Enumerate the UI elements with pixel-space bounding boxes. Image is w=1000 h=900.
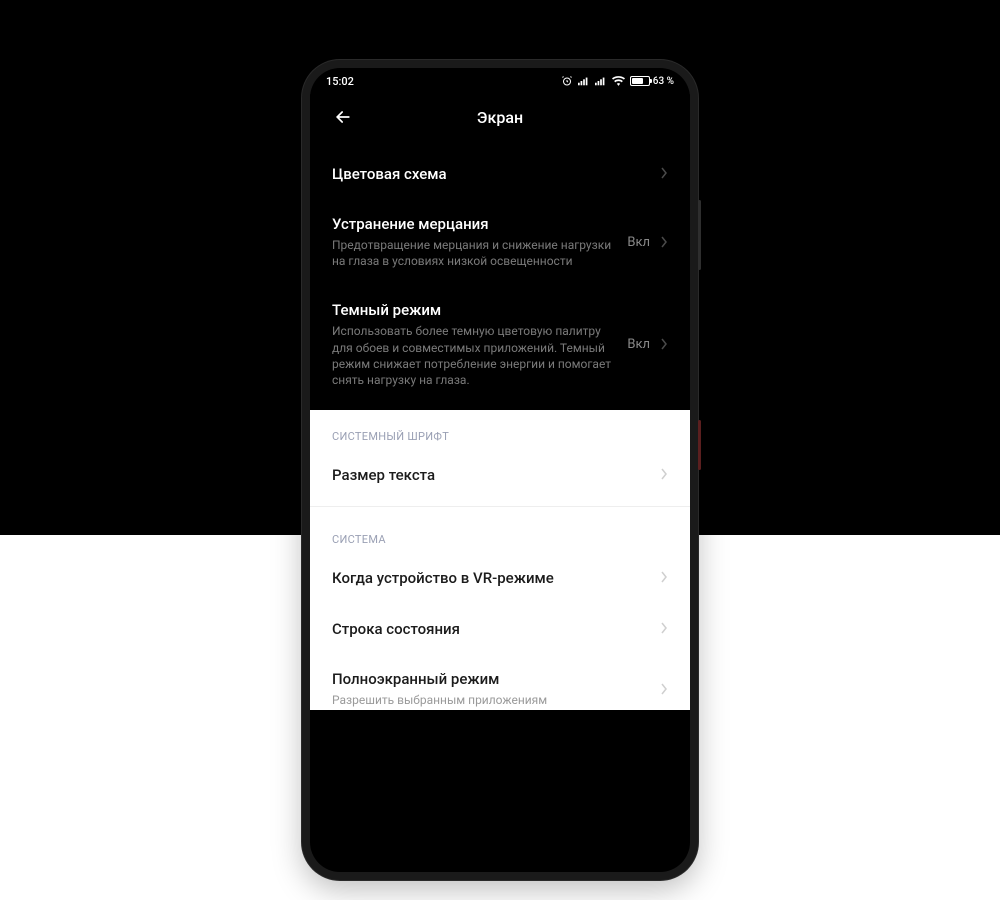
settings-content: Цветовая схема Устранение мерцания Предо… bbox=[310, 148, 690, 872]
back-button[interactable] bbox=[330, 104, 356, 130]
divider bbox=[310, 506, 690, 507]
power-button bbox=[698, 420, 701, 470]
page-title: Экран bbox=[310, 108, 690, 127]
row-flicker[interactable]: Устранение мерцания Предотвращение мерца… bbox=[310, 199, 690, 285]
status-time: 15:02 bbox=[326, 75, 354, 88]
row-value: Вкл bbox=[627, 337, 650, 352]
row-title: Размер текста bbox=[332, 466, 650, 484]
signal-icon-2 bbox=[595, 76, 607, 86]
row-desc: Разрешить выбранным приложениям bbox=[332, 692, 650, 708]
section-header-system: СИСТЕМА bbox=[310, 513, 690, 552]
row-title: Устранение мерцания bbox=[332, 215, 617, 233]
phone-screen: 15:02 63 % bbox=[310, 68, 690, 872]
chevron-right-icon bbox=[660, 680, 668, 699]
row-title: Цветовая схема bbox=[332, 165, 650, 183]
row-title: Строка состояния bbox=[332, 620, 650, 638]
battery-indicator: 63 % bbox=[630, 76, 674, 87]
row-title: Темный режим bbox=[332, 301, 617, 319]
chevron-right-icon bbox=[660, 164, 668, 183]
chevron-right-icon bbox=[660, 465, 668, 484]
battery-pct: 63 % bbox=[653, 76, 674, 87]
row-desc: Использовать более темную цветовую палит… bbox=[332, 323, 617, 388]
signal-icon bbox=[578, 76, 590, 86]
page-header: Экран bbox=[310, 94, 690, 148]
row-title: Полноэкранный режим bbox=[332, 670, 650, 688]
dark-section: Цветовая схема Устранение мерцания Предо… bbox=[310, 148, 690, 410]
phone-frame: 15:02 63 % bbox=[302, 60, 698, 880]
row-status-bar[interactable]: Строка состояния bbox=[310, 603, 690, 654]
section-header-font: СИСТЕМНЫЙ ШРИФТ bbox=[310, 410, 690, 449]
light-section: СИСТЕМНЫЙ ШРИФТ Размер текста СИСТЕМА Ко… bbox=[310, 410, 690, 710]
row-text-size[interactable]: Размер текста bbox=[310, 449, 690, 500]
row-desc: Предотвращение мерцания и снижение нагру… bbox=[332, 237, 617, 269]
chevron-right-icon bbox=[660, 335, 668, 354]
volume-button bbox=[698, 200, 701, 270]
row-fullscreen[interactable]: Полноэкранный режим Разрешить выбранным … bbox=[310, 654, 690, 710]
chevron-right-icon bbox=[660, 568, 668, 587]
alarm-icon bbox=[561, 75, 573, 87]
row-value: Вкл bbox=[627, 235, 650, 250]
row-vr-mode[interactable]: Когда устройство в VR-режиме bbox=[310, 552, 690, 603]
row-color-scheme[interactable]: Цветовая схема bbox=[310, 148, 690, 199]
row-title: Когда устройство в VR-режиме bbox=[332, 569, 650, 587]
chevron-right-icon bbox=[660, 619, 668, 638]
wifi-icon bbox=[612, 76, 625, 86]
chevron-right-icon bbox=[660, 233, 668, 252]
status-bar: 15:02 63 % bbox=[310, 68, 690, 94]
row-dark-mode[interactable]: Темный режим Использовать более темную ц… bbox=[310, 285, 690, 410]
